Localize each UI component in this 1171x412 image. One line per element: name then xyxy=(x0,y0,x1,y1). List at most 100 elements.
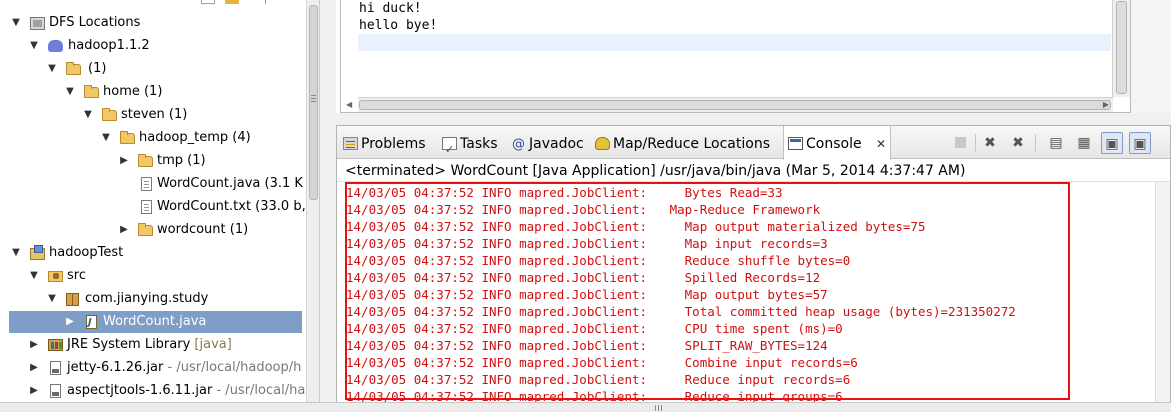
chevron-down-icon[interactable]: ▼ xyxy=(46,58,58,80)
tree-item-tmp[interactable]: ▶ tmp (1) xyxy=(0,150,306,172)
editor-current-line[interactable] xyxy=(358,34,1111,51)
java-file-icon xyxy=(86,312,97,334)
text-editor[interactable]: hi duck! hello bye! ◀ ▶ xyxy=(340,0,1131,113)
folder-icon xyxy=(138,154,153,167)
folder-open-icon xyxy=(84,85,99,98)
chevron-down-icon[interactable]: ▼ xyxy=(10,12,22,34)
tab-javadoc[interactable]: Javadoc xyxy=(507,126,584,163)
hadoop-elephant-icon xyxy=(48,40,63,52)
console-vertical-scrollbar[interactable] xyxy=(1155,182,1170,402)
tree-item-wordcount-java-source[interactable]: ▶ WordCount.java xyxy=(9,311,302,334)
chevron-right-icon[interactable]: ▶ xyxy=(64,311,76,333)
tab-label: Map/Reduce Locations xyxy=(613,136,771,152)
terminate-button[interactable] xyxy=(949,132,971,154)
tree-item-hadoop-location[interactable]: ▼ hadoop1.1.2 xyxy=(0,35,306,57)
toolbar-separator xyxy=(1035,134,1036,152)
clear-console-button[interactable]: ▤ xyxy=(1045,132,1067,154)
chevron-down-icon[interactable]: ▼ xyxy=(46,288,58,310)
chevron-down-icon[interactable]: ▼ xyxy=(82,104,94,126)
folder-icon xyxy=(138,223,153,236)
scrollbar-grip-icon xyxy=(311,95,316,96)
javadoc-icon xyxy=(511,127,526,163)
editor-vertical-scrollbar[interactable] xyxy=(1112,0,1130,97)
editor-line[interactable]: hi duck! xyxy=(359,0,1111,17)
file-icon xyxy=(141,177,152,191)
tree-item-root-folder[interactable]: ▼ (1) xyxy=(0,58,306,80)
chevron-right-icon[interactable]: ▶ xyxy=(28,380,40,402)
scroll-right-icon[interactable]: ▶ xyxy=(1103,100,1109,109)
menu-icon[interactable] xyxy=(265,0,279,4)
forward-arrow-icon[interactable] xyxy=(225,0,239,4)
highlight-box xyxy=(345,182,1070,400)
tab-problems[interactable]: Problems xyxy=(339,126,426,159)
tree-item-label: hadoop1.1.2 xyxy=(68,38,150,53)
jar-file-icon xyxy=(50,361,61,375)
tree-item-wordcount-java-file[interactable]: WordCount.java (3.1 K xyxy=(0,173,306,195)
tree-item-steven[interactable]: ▼ steven (1) xyxy=(0,104,306,126)
tab-console[interactable]: Console ✕ xyxy=(783,126,891,160)
clear-console-icon: ▤ xyxy=(1049,135,1063,151)
editor-horizontal-scrollbar[interactable]: ◀ ▶ xyxy=(346,97,1113,112)
tree-item-src[interactable]: ▼ src xyxy=(0,265,306,287)
scrollbar-thumb[interactable] xyxy=(359,100,1111,110)
tab-label: Javadoc xyxy=(529,136,584,152)
folder-open-icon xyxy=(120,131,135,144)
tree-vertical-scrollbar[interactable] xyxy=(306,0,319,402)
chevron-down-icon[interactable]: ▼ xyxy=(64,81,76,103)
scroll-left-icon[interactable]: ◀ xyxy=(346,100,352,109)
tree-item-dfs-locations[interactable]: ▼ DFS Locations xyxy=(0,12,306,34)
tree-item-label: hadoopTest xyxy=(49,245,124,260)
horizontal-sash[interactable] xyxy=(336,113,1171,125)
tree-item-wordcount-folder[interactable]: ▶ wordcount (1) xyxy=(0,219,306,241)
tree-item-package[interactable]: ▼ com.jianying.study xyxy=(0,288,306,310)
chevron-down-icon[interactable]: ▼ xyxy=(28,35,40,57)
chevron-right-icon[interactable]: ▶ xyxy=(28,334,40,356)
tree-item-jre-library[interactable]: ▶ JRE System Library [java] xyxy=(0,334,306,356)
close-icon[interactable]: ✕ xyxy=(876,126,886,162)
scrollbar-thumb[interactable] xyxy=(309,5,318,200)
console-icon xyxy=(788,137,803,150)
library-qualifier: [java] xyxy=(194,337,232,352)
jar-file-icon xyxy=(50,384,61,398)
new-file-icon[interactable] xyxy=(201,0,215,4)
tree-item-aspectjtools-jar[interactable]: ▶ aspectjtools-1.6.11.jar - /usr/local/h… xyxy=(0,380,306,402)
folder-open-icon xyxy=(66,62,81,75)
tree-item-hadooptest-project[interactable]: ▼ hadoopTest xyxy=(0,242,306,264)
tree-item-home[interactable]: ▼ home (1) xyxy=(0,81,306,103)
remove-all-terminated-button[interactable]: ✖ xyxy=(1007,132,1029,154)
tree-item-jetty-jar[interactable]: ▶ jetty-6.1.26.jar - /usr/local/hadoop/h xyxy=(0,357,306,379)
source-folder-icon xyxy=(48,271,63,282)
library-name: JRE System Library xyxy=(67,337,191,352)
tree-item-label: DFS Locations xyxy=(49,15,141,30)
tree-item-wordcount-txt-file[interactable]: WordCount.txt (33.0 b, xyxy=(0,196,306,218)
chevron-right-icon[interactable]: ▶ xyxy=(28,357,40,379)
chevron-right-icon[interactable]: ▶ xyxy=(118,150,130,172)
tree-item-label: src xyxy=(67,268,86,283)
editor-line[interactable]: hello bye! xyxy=(359,17,1111,34)
tree-item-label: jetty-6.1.26.jar - /usr/local/hadoop/h xyxy=(67,357,301,379)
scrollbar-thumb[interactable] xyxy=(1116,1,1127,94)
scroll-lock-button[interactable]: ▦ xyxy=(1073,132,1095,154)
jar-name: jetty-6.1.26.jar xyxy=(67,360,164,375)
chevron-down-icon[interactable]: ▼ xyxy=(100,127,112,149)
window-horizontal-scrollbar[interactable] xyxy=(0,402,1171,412)
vertical-sash[interactable] xyxy=(320,0,336,402)
console-output[interactable]: 14/03/05 04:37:52 INFO mapred.JobClient:… xyxy=(337,181,1170,402)
tree-item-label: WordCount.java (3.1 K xyxy=(157,176,303,191)
scrollbar-grip-icon xyxy=(655,405,656,411)
editor-content[interactable]: hi duck! hello bye! xyxy=(358,0,1111,51)
chevron-down-icon[interactable]: ▼ xyxy=(28,265,40,287)
show-console-on-output-button[interactable]: ▣ xyxy=(1101,132,1123,154)
scroll-lock-icon: ▦ xyxy=(1077,135,1091,151)
jar-path: - /usr/local/ha xyxy=(216,383,306,398)
remove-launch-button[interactable]: ✖ xyxy=(979,132,1001,154)
tree-item-hadoop-temp[interactable]: ▼ hadoop_temp (4) xyxy=(0,127,306,149)
chevron-down-icon[interactable]: ▼ xyxy=(10,242,22,264)
tab-tasks[interactable]: Tasks xyxy=(438,126,498,168)
tree-toolbar xyxy=(195,0,315,6)
problems-icon xyxy=(343,137,358,150)
tab-mapreduce-locations[interactable]: Map/Reduce Locations xyxy=(591,126,770,159)
show-console-on-error-button[interactable]: ▣ xyxy=(1129,132,1151,154)
tree-item-label: hadoop_temp (4) xyxy=(139,130,251,145)
chevron-right-icon[interactable]: ▶ xyxy=(118,219,130,241)
